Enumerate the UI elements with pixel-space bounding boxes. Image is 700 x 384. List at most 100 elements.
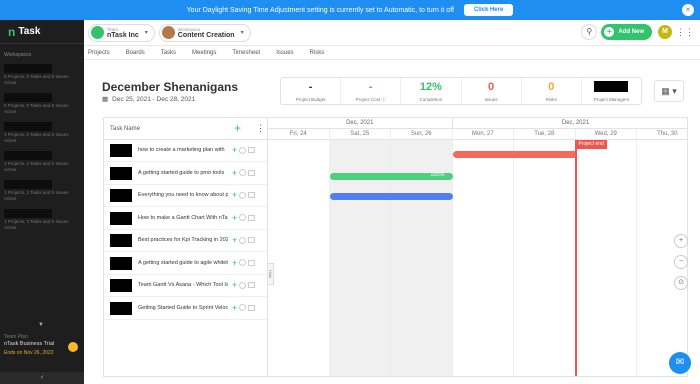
add-subtask-icon[interactable]: + — [232, 303, 237, 313]
task-bar-completed[interactable]: 100% — [329, 172, 453, 180]
details-icon[interactable] — [248, 214, 256, 221]
add-subtask-icon[interactable]: + — [232, 280, 237, 290]
status-icon[interactable] — [239, 214, 247, 221]
add-subtask-icon[interactable]: + — [232, 235, 237, 245]
workspace-item[interactable]: 0 Projects, 0 Tasks and 0 Issues Active — [0, 91, 84, 117]
task-bar[interactable] — [329, 193, 453, 200]
day-column — [268, 140, 330, 376]
task-name[interactable]: A getting started guide to pmo tools — [138, 170, 228, 176]
team-plan: Team Plan nTask Business Trial Ends on N… — [0, 330, 84, 360]
details-icon[interactable] — [248, 169, 256, 176]
stat-cost[interactable]: - Project Cost ⓘ — [341, 78, 402, 104]
details-icon[interactable] — [248, 282, 256, 288]
status-icon[interactable] — [239, 169, 247, 176]
chevron-down-icon[interactable]: ▼ — [38, 322, 44, 328]
zoom-out-icon[interactable]: − — [674, 255, 688, 269]
add-subtask-icon[interactable]: + — [232, 258, 237, 268]
coin-icon[interactable] — [68, 342, 78, 352]
top-bar: Team nTask Inc ▾ Workspace Content Creat… — [84, 20, 700, 46]
task-name[interactable]: Getting Started Guide to Sprint Velocity — [138, 305, 228, 311]
nav-issues[interactable]: Issues — [276, 50, 293, 56]
stat-project-managers[interactable]: Project Managers — [582, 78, 641, 104]
add-new-button[interactable]: + Add New — [601, 24, 652, 40]
status-icon[interactable] — [239, 146, 247, 154]
task-id-redacted — [110, 211, 132, 225]
task-name[interactable]: how to create a marketing plan with — [138, 147, 228, 153]
avatar[interactable]: M — [658, 25, 672, 39]
view-switch-button[interactable]: ▦ ▾ — [654, 80, 684, 102]
chat-icon[interactable]: ✉ — [669, 352, 691, 374]
more-options-icon[interactable]: ⋮ — [256, 123, 265, 134]
nav-tasks[interactable]: Tasks — [161, 50, 176, 56]
details-icon[interactable] — [248, 192, 256, 198]
task-name[interactable]: How to make a Gantt Chart With nTask — [138, 215, 228, 221]
day-header: Sun, 26 — [391, 129, 453, 140]
nav-meetings[interactable]: Meetings — [192, 50, 216, 56]
task-row[interactable]: A getting started guide to agile whitebo… — [104, 253, 267, 275]
workspace-item[interactable]: 1 Projects, 2 Tasks and 0 Issues Active — [0, 178, 84, 204]
zoom-in-icon[interactable]: + — [674, 234, 688, 248]
nav-risks[interactable]: Risks — [310, 50, 325, 56]
task-row[interactable]: how to create a marketing plan with + — [104, 140, 267, 162]
workspace-name-redacted — [4, 93, 52, 102]
day-column — [576, 140, 637, 376]
workspace-meta: 1 Projects, 0 Tasks and 0 Issues Active — [4, 132, 69, 143]
apps-grid-icon[interactable]: ⋮⋮ — [676, 27, 694, 38]
hide-panel-button[interactable]: Hide — [268, 263, 274, 285]
status-icon[interactable] — [239, 304, 247, 311]
workspace-item[interactable]: 0 Projects, 0 Tasks and 0 Issues Active — [0, 62, 84, 88]
workspace-name-redacted — [4, 180, 52, 189]
details-icon[interactable] — [248, 147, 256, 153]
stat-budget[interactable]: - Project Budget — [281, 78, 342, 104]
task-row[interactable]: Team Gantt Vs Asana - Which Tool Is B + — [104, 275, 267, 297]
details-icon[interactable] — [248, 237, 256, 243]
add-task-icon[interactable]: + — [234, 121, 241, 135]
details-icon[interactable] — [248, 259, 256, 266]
bar-progress-label: 100% — [430, 172, 445, 178]
status-icon[interactable] — [239, 259, 247, 266]
status-icon[interactable] — [239, 191, 247, 199]
task-row[interactable]: How to make a Gantt Chart With nTask + — [104, 208, 267, 230]
add-subtask-icon[interactable]: + — [232, 190, 237, 200]
details-icon[interactable] — [248, 304, 256, 311]
workspace-selector[interactable]: Workspace Content Creation ▾ — [158, 23, 251, 42]
stat-issues[interactable]: 0 Issues — [462, 78, 522, 104]
task-name[interactable]: A getting started guide to agile whitebo… — [138, 260, 228, 266]
project-bar[interactable] — [452, 151, 577, 158]
status-icon[interactable] — [239, 236, 247, 244]
ntask-logo[interactable]: n Task — [0, 20, 84, 44]
task-id-redacted — [110, 189, 132, 202]
add-subtask-icon[interactable]: + — [232, 168, 237, 178]
stat-risks[interactable]: 0 Risks — [522, 78, 582, 104]
nav-timesheet[interactable]: Timesheet — [232, 50, 260, 56]
gantt-timeline: Dec, 2021 Dec, 2021 Fri, 24 Sat, 25 Sun, 26 M… — [268, 118, 687, 376]
workspace-item[interactable]: 1 Projects, 2 Tasks and 0 Issues Active — [0, 149, 84, 175]
task-row[interactable]: Everything you need to know about p + — [104, 185, 267, 207]
fit-to-screen-icon[interactable]: ⊙ — [674, 276, 688, 290]
task-name[interactable]: Team Gantt Vs Asana - Which Tool Is B — [138, 282, 228, 288]
close-banner-icon[interactable]: × — [682, 4, 694, 16]
status-icon[interactable] — [239, 281, 247, 289]
search-icon[interactable]: ⚲ — [581, 24, 598, 40]
task-row[interactable]: Getting Started Guide to Sprint Velocity… — [104, 298, 267, 320]
task-id-redacted — [110, 279, 132, 292]
task-row[interactable]: Best practices for Kpi Tracking in 2022 + — [104, 230, 267, 252]
banner-message: Your Daylight Saving Time Adjustment set… — [186, 6, 454, 14]
team-selector[interactable]: Team nTask Inc ▾ — [88, 23, 155, 42]
project-end-line — [574, 140, 577, 376]
team-icon — [91, 26, 104, 39]
task-name[interactable]: Best practices for Kpi Tracking in 2022 — [138, 237, 228, 243]
collapse-sidebar-button[interactable]: ‹ — [0, 372, 84, 384]
nav-projects[interactable]: Projects — [88, 50, 110, 56]
day-header: Mon, 27 — [452, 129, 514, 140]
task-name[interactable]: Everything you need to know about p — [138, 192, 228, 198]
workspace-item[interactable]: 1 Projects, 3 Tasks and 0 Issues Active — [0, 207, 84, 233]
add-subtask-icon[interactable]: + — [232, 213, 237, 223]
click-here-button[interactable]: Click Here — [463, 4, 514, 16]
nav-boards[interactable]: Boards — [126, 50, 145, 56]
task-row[interactable]: A getting started guide to pmo tools + — [104, 163, 267, 185]
workspace-item[interactable]: 1 Projects, 0 Tasks and 0 Issues Active — [0, 120, 84, 146]
workspace-name: Content Creation — [177, 31, 235, 39]
add-subtask-icon[interactable]: + — [232, 145, 237, 155]
day-header: Tue, 28 — [514, 129, 576, 140]
